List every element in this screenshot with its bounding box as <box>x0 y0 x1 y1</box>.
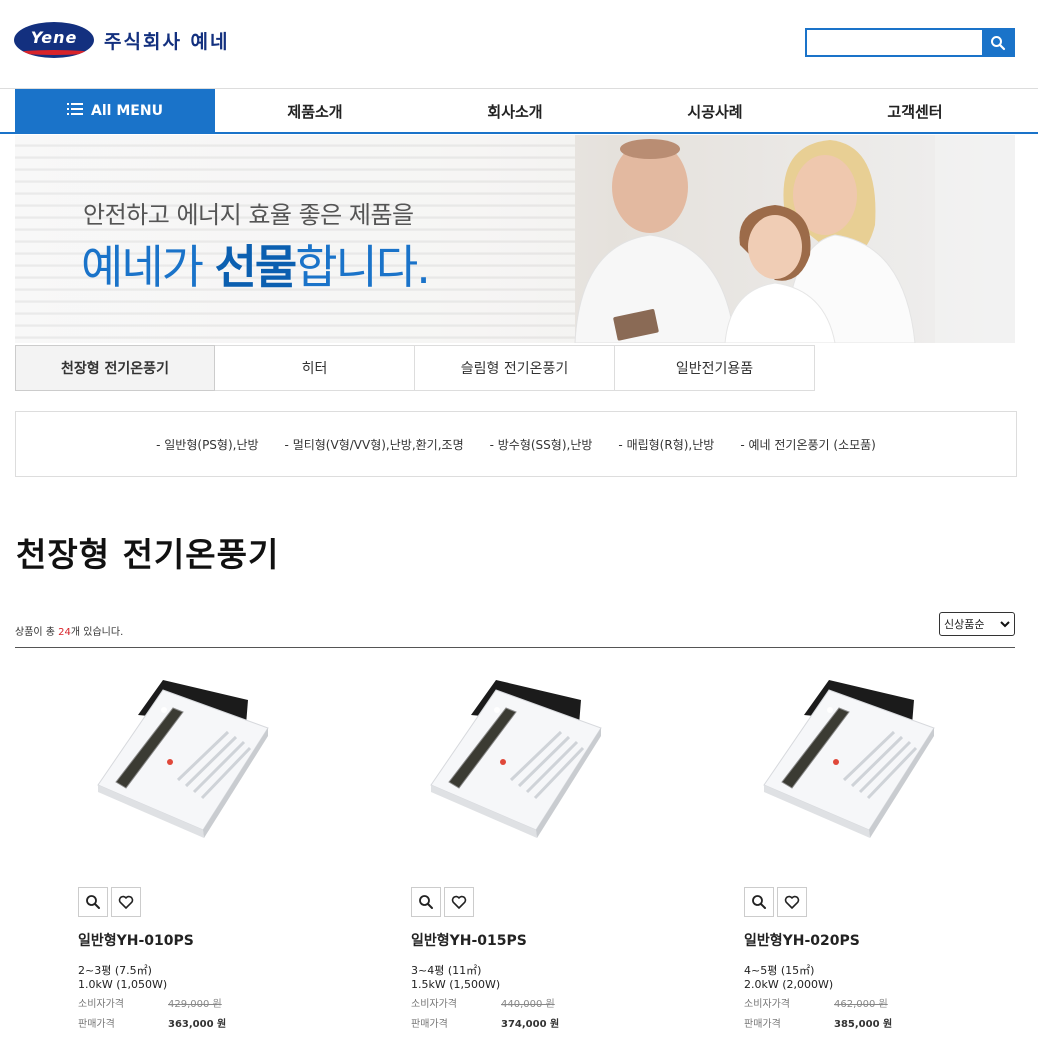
sale-price: 385,000 원 <box>834 1019 893 1030</box>
subcategory-link[interactable]: - 매립형(R형),난방 <box>618 436 714 453</box>
sort-select[interactable]: 신상품순 <box>939 612 1015 636</box>
product-name[interactable]: 일반형YH-015PS <box>411 930 527 950</box>
consumer-price-row: 소비자가격 462,000 원 <box>744 995 888 1010</box>
consumer-price-label: 소비자가격 <box>78 999 124 1010</box>
search-input[interactable] <box>807 30 982 55</box>
product-image[interactable] <box>78 670 288 845</box>
divider <box>15 647 1015 648</box>
subcategory-link[interactable]: - 일반형(PS형),난방 <box>156 436 258 453</box>
count-prefix: 상품이 총 <box>15 627 59 638</box>
wishlist-button[interactable] <box>111 887 141 917</box>
product-actions <box>411 887 474 917</box>
product-actions <box>78 887 141 917</box>
tab-heater[interactable]: 히터 <box>215 345 415 391</box>
quick-view-button[interactable] <box>411 887 441 917</box>
tab-slim-heater[interactable]: 슬림형 전기온풍기 <box>415 345 615 391</box>
subcategory-list: - 일반형(PS형),난방 - 멀티형(V형/VV형),난방,환기,조명 - 방… <box>15 411 1017 477</box>
wishlist-button[interactable] <box>444 887 474 917</box>
consumer-price-label: 소비자가격 <box>411 999 457 1010</box>
logo-mark: Yene <box>14 22 94 58</box>
sale-price-label: 판매가격 <box>744 1019 781 1030</box>
subcategory-link[interactable]: - 예네 전기온풍기 (소모품) <box>740 436 876 453</box>
page-title: 천장형 전기온풍기 <box>16 535 280 574</box>
banner-headline-prefix: 예네가 <box>81 240 215 294</box>
zoom-icon <box>419 895 433 909</box>
product-image[interactable] <box>411 670 621 845</box>
product-spec-area: 2~3평 (7.5㎡) <box>78 964 152 977</box>
banner-headline: 예네가 선물합니다. <box>81 231 431 297</box>
consumer-price-row: 소비자가격 429,000 원 <box>78 995 222 1010</box>
zoom-icon <box>752 895 766 909</box>
count-suffix: 개 있습니다. <box>70 627 124 638</box>
sale-price: 374,000 원 <box>501 1019 560 1030</box>
nav-item-support[interactable]: 고객센터 <box>815 89 1015 133</box>
site-header: Yene 주식회사 예네 <box>0 0 1038 88</box>
search-form <box>805 28 1015 57</box>
heart-icon <box>451 895 467 909</box>
wishlist-button[interactable] <box>777 887 807 917</box>
menu-icon <box>67 103 84 119</box>
search-icon <box>990 35 1005 50</box>
quick-view-button[interactable] <box>744 887 774 917</box>
product-spec-power: 1.0kW (1,050W) <box>78 978 168 991</box>
tab-ceiling-heater[interactable]: 천장형 전기온풍기 <box>15 345 215 391</box>
consumer-price: 429,000 원 <box>168 999 222 1010</box>
nav-item-company[interactable]: 회사소개 <box>415 89 615 133</box>
quick-view-button[interactable] <box>78 887 108 917</box>
consumer-price: 462,000 원 <box>834 999 888 1010</box>
product-spec-power: 2.0kW (2,000W) <box>744 978 834 991</box>
banner-subtitle: 안전하고 에너지 효율 좋은 제품을 <box>83 201 414 229</box>
banner-headline-bold: 선물 <box>214 240 298 294</box>
product-image[interactable] <box>744 670 954 845</box>
sort-selected-value: 신상품순 <box>944 618 985 631</box>
nav-item-products[interactable]: 제품소개 <box>215 89 415 133</box>
sale-price-row: 판매가격 363,000 원 <box>78 1015 226 1030</box>
tab-general-electric[interactable]: 일반전기용품 <box>615 345 815 391</box>
nav-item-cases[interactable]: 시공사례 <box>615 89 815 133</box>
sale-price: 363,000 원 <box>168 1019 227 1030</box>
consumer-price: 440,000 원 <box>501 999 555 1010</box>
product-spec-area: 3~4평 (11㎡) <box>411 964 482 977</box>
product-name[interactable]: 일반형YH-020PS <box>744 930 860 950</box>
consumer-price-label: 소비자가격 <box>744 999 790 1010</box>
product-card[interactable]: 일반형YH-010PS 2~3평 (7.5㎡) 1.0kW (1,050W) 소… <box>78 660 378 1040</box>
hero-banner: 안전하고 에너지 효율 좋은 제품을 예네가 선물합니다. <box>15 135 1015 343</box>
count-number: 24 <box>58 627 71 638</box>
sale-price-label: 판매가격 <box>78 1019 115 1030</box>
family-photo <box>574 135 1015 343</box>
zoom-icon <box>86 895 100 909</box>
banner-headline-suffix: 합니다. <box>295 240 431 294</box>
category-tabs: 천장형 전기온풍기 히터 슬림형 전기온풍기 일반전기용품 <box>15 345 815 391</box>
all-menu-button[interactable]: All MENU <box>15 89 215 133</box>
subcategory-link[interactable]: - 멀티형(V형/VV형),난방,환기,조명 <box>285 436 464 453</box>
logo-text: Yene <box>30 27 78 47</box>
product-count: 상품이 총 24개 있습니다. <box>15 623 123 638</box>
sale-price-label: 판매가격 <box>411 1019 448 1030</box>
heart-icon <box>784 895 800 909</box>
logo[interactable]: Yene 주식회사 예네 <box>14 22 230 58</box>
sale-price-row: 판매가격 374,000 원 <box>411 1015 559 1030</box>
product-actions <box>744 887 807 917</box>
product-card[interactable]: 일반형YH-020PS 4~5평 (15㎡) 2.0kW (2,000W) 소비… <box>744 660 1038 1040</box>
product-name[interactable]: 일반형YH-010PS <box>78 930 194 950</box>
product-spec-power: 1.5kW (1,500W) <box>411 978 501 991</box>
heart-icon <box>118 895 134 909</box>
chevron-down-icon <box>1000 621 1010 628</box>
consumer-price-row: 소비자가격 440,000 원 <box>411 995 555 1010</box>
sale-price-row: 판매가격 385,000 원 <box>744 1015 892 1030</box>
search-button[interactable] <box>982 30 1013 55</box>
main-nav: All MENU 제품소개 회사소개 시공사례 고객센터 <box>0 88 1038 134</box>
company-name: 주식회사 예네 <box>104 30 230 53</box>
product-card[interactable]: 일반형YH-015PS 3~4평 (11㎡) 1.5kW (1,500W) 소비… <box>411 660 711 1040</box>
subcategory-link[interactable]: - 방수형(SS형),난방 <box>490 436 593 453</box>
product-spec-area: 4~5평 (15㎡) <box>744 964 815 977</box>
all-menu-label: All MENU <box>91 103 163 119</box>
